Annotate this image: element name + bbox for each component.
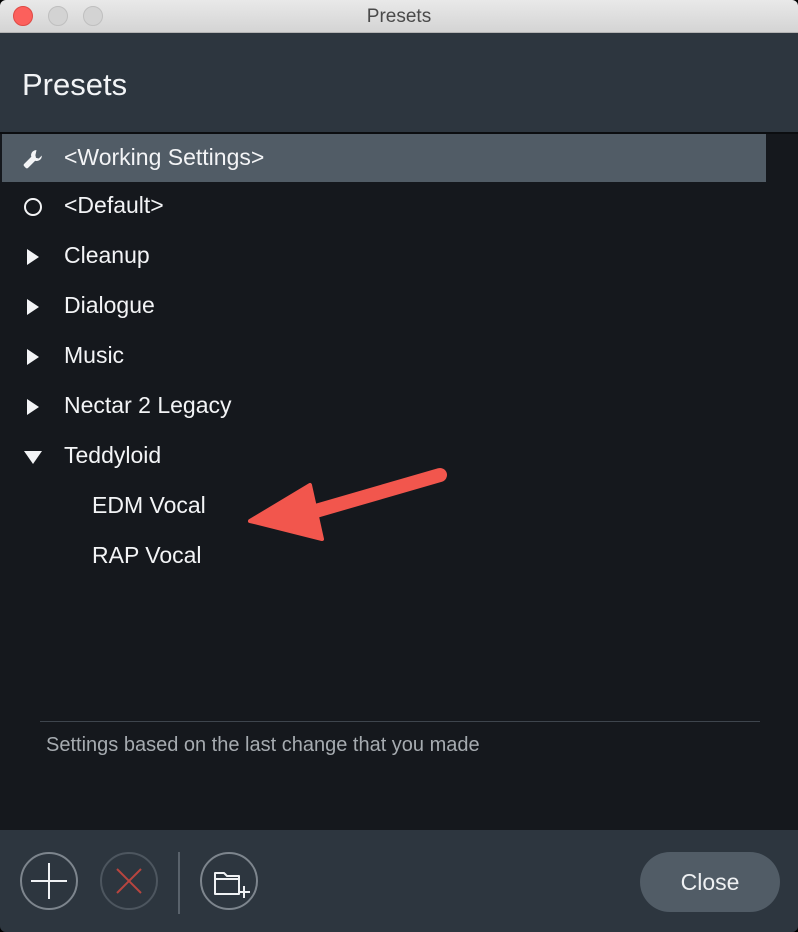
preset-item-label: <Default> [64, 192, 164, 218]
page-title: Presets [22, 67, 128, 102]
presets-header: Presets [0, 33, 798, 132]
triangle-right-icon[interactable] [22, 296, 44, 318]
add-preset-button[interactable] [20, 852, 78, 910]
preset-folder-nectar-2-legacy[interactable]: Nectar 2 Legacy [2, 382, 766, 430]
close-button[interactable]: Close [640, 852, 780, 912]
triangle-right-icon[interactable] [22, 396, 44, 418]
preset-item-working-settings[interactable]: <Working Settings> [2, 134, 766, 182]
preset-item-label: <Working Settings> [64, 144, 265, 170]
preset-folder-cleanup[interactable]: Cleanup [2, 232, 766, 280]
wrench-icon [23, 150, 42, 169]
preset-item-default[interactable]: <Default> [2, 182, 766, 230]
preset-folder-music[interactable]: Music [2, 332, 766, 380]
footer-toolbar: Close [0, 830, 798, 932]
preset-folder-dialogue[interactable]: Dialogue [2, 282, 766, 330]
triangle-down-icon[interactable] [22, 446, 44, 468]
preset-item-label: Nectar 2 Legacy [64, 392, 232, 418]
new-folder-icon [214, 872, 250, 898]
circle-icon [24, 198, 42, 216]
description-divider [40, 721, 760, 722]
window-title: Presets [366, 6, 432, 27]
preset-item-label: Dialogue [64, 292, 155, 318]
preset-item-label: Cleanup [64, 242, 150, 268]
preset-item-label: Teddyloid [64, 442, 162, 468]
annotation-arrow [248, 468, 447, 541]
preset-item-label: RAP Vocal [92, 542, 202, 568]
presets-window: Presets Presets <Working Settings> <Defa… [0, 0, 798, 932]
preset-item-label: Music [64, 342, 125, 368]
preset-description: Settings based on the last change that y… [46, 734, 480, 756]
title-bar: Presets [0, 0, 798, 33]
delete-preset-button[interactable] [100, 852, 158, 910]
plus-icon [31, 863, 67, 899]
triangle-right-icon[interactable] [22, 346, 44, 368]
x-icon [116, 868, 142, 894]
new-folder-button[interactable] [200, 852, 258, 910]
footer-divider [178, 852, 180, 914]
preset-item-label: EDM Vocal [92, 492, 206, 518]
triangle-right-icon[interactable] [22, 246, 44, 268]
